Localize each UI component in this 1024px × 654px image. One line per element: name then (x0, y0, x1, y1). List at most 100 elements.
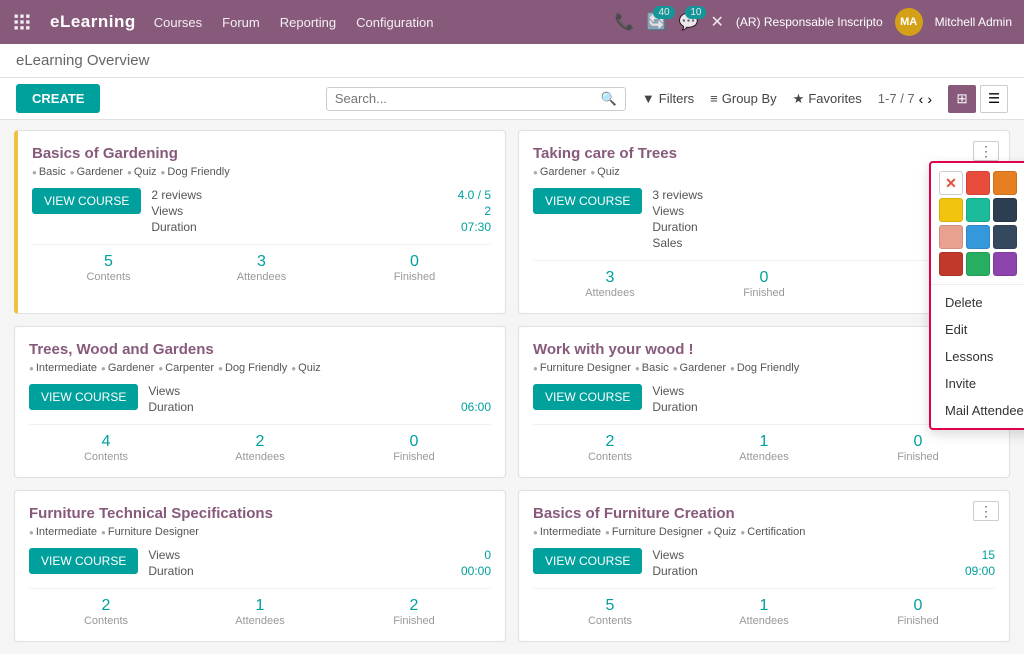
star-icon: ★ (793, 91, 805, 107)
card-footer-4: 2Contents 1Attendees 2Finished (29, 588, 491, 627)
search-bar: 🔍 ▼ Filters ≡ Group By ★ Favorites 1-7 /… (110, 85, 1008, 113)
color-purple[interactable] (993, 252, 1017, 276)
menu-reporting[interactable]: Reporting (280, 15, 336, 30)
chat-badge: 10 (685, 6, 706, 19)
create-button[interactable]: CREATE (16, 84, 100, 113)
color-red[interactable] (966, 171, 990, 195)
card-actions-2: VIEW COURSE Views Duration06:00 (29, 384, 491, 414)
card-footer-2: 4Contents 2Attendees 0Finished (29, 424, 491, 463)
groupby-button[interactable]: ≡ Group By (710, 91, 777, 106)
menu-forum[interactable]: Forum (222, 15, 260, 30)
footer-attendees-5: 1Attendees (687, 597, 841, 627)
card-tags-1: Gardener Quiz (533, 166, 995, 178)
card-title-0[interactable]: Basics of Gardening (32, 145, 491, 162)
activity-icon[interactable]: 🔄 40 (647, 12, 667, 32)
filter-icon: ▼ (642, 91, 655, 106)
menu-item-delete[interactable]: Delete (931, 289, 1024, 316)
duration-label-0: Duration (151, 220, 196, 234)
color-picker: ✕ (931, 163, 1024, 285)
menu-configuration[interactable]: Configuration (356, 15, 433, 30)
card-menu-button-1[interactable]: ⋮ (973, 141, 999, 161)
groupby-icon: ≡ (710, 91, 718, 106)
list-view-button[interactable]: ☰ (980, 85, 1008, 113)
chat-icon[interactable]: 💬 10 (679, 12, 699, 32)
card-menu-button-5[interactable]: ⋮ (973, 501, 999, 521)
tag-gardener-1: Gardener (533, 166, 586, 178)
card-actions-3: VIEW COURSE Views20 Duration15:00 (533, 384, 995, 414)
menu-courses[interactable]: Courses (154, 15, 202, 30)
settings-icon[interactable]: ✕ (710, 12, 723, 32)
card-footer-5: 5Contents 1Attendees 0Finished (533, 588, 995, 627)
card-title-5[interactable]: Basics of Furniture Creation (533, 505, 995, 522)
color-none[interactable]: ✕ (939, 171, 963, 195)
app-logo: eLearning (50, 12, 136, 32)
card-title-1[interactable]: Taking care of Trees (533, 145, 995, 162)
apps-menu-icon[interactable] (12, 12, 32, 32)
view-course-button-3[interactable]: VIEW COURSE (533, 384, 642, 410)
course-card-5: ⋮ Basics of Furniture Creation Intermedi… (518, 490, 1010, 642)
card-tags-3: Furniture Designer Basic Gardener Dog Fr… (533, 362, 995, 374)
footer-finished-4: 2Finished (337, 597, 491, 627)
card-title-2[interactable]: Trees, Wood and Gardens (29, 341, 491, 358)
filters-button[interactable]: ▼ Filters (642, 91, 694, 106)
color-crimson[interactable] (939, 252, 963, 276)
footer-attendees-3: 1Attendees (687, 433, 841, 463)
cards-grid: Basics of Gardening Basic Gardener Quiz … (14, 130, 1010, 642)
menu-item-mail[interactable]: Mail Attendees (931, 397, 1024, 424)
top-menu: Courses Forum Reporting Configuration (154, 15, 597, 30)
footer-attendees-2: 2Attendees (183, 433, 337, 463)
color-dark1[interactable] (993, 198, 1017, 222)
views-label-0: Views (151, 204, 183, 218)
view-course-button-0[interactable]: VIEW COURSE (32, 188, 141, 214)
kanban-view-button[interactable]: ⊞ (948, 85, 976, 113)
pagination: 1-7 / 7 ‹ › (878, 91, 932, 107)
tag-dogfriendly: Dog Friendly (161, 166, 230, 178)
course-card-4: Furniture Technical Specifications Inter… (14, 490, 506, 642)
color-dark2[interactable] (993, 225, 1017, 249)
card-tags-5: Intermediate Furniture Designer Quiz Cer… (533, 526, 995, 538)
card-actions-0: VIEW COURSE 2 reviews4.0 / 5 Views2 Dura… (32, 188, 491, 234)
favorites-button[interactable]: ★ Favorites (793, 91, 862, 107)
footer-attendees-1: 3Attendees (533, 269, 687, 299)
color-green[interactable] (966, 252, 990, 276)
footer-finished-3: 0Finished (841, 433, 995, 463)
context-menu-items: Delete Edit Lessons Invite Mail Attendee… (931, 285, 1024, 428)
card-footer-3: 2Contents 1Attendees 0Finished (533, 424, 995, 463)
footer-finished-0: 0Finished (338, 253, 491, 283)
menu-item-invite[interactable]: Invite (931, 370, 1024, 397)
tag-gardener: Gardener (70, 166, 123, 178)
footer-finished-5: 0Finished (841, 597, 995, 627)
view-course-button-4[interactable]: VIEW COURSE (29, 548, 138, 574)
rating-0: 4.0 / 5 (458, 188, 491, 202)
menu-item-lessons[interactable]: Lessons (931, 343, 1024, 370)
card-stats-5: Views15 Duration09:00 (652, 548, 995, 578)
card-stats-0: 2 reviews4.0 / 5 Views2 Duration07:30 (151, 188, 491, 234)
avatar[interactable]: MA (895, 8, 923, 36)
reviews-label-0: 2 reviews (151, 188, 202, 202)
footer-attendees-4: 1Attendees (183, 597, 337, 627)
footer-finished-1: 0Finished (687, 269, 841, 299)
menu-item-edit[interactable]: Edit (931, 316, 1024, 343)
color-salmon[interactable] (939, 225, 963, 249)
next-page-button[interactable]: › (927, 91, 932, 107)
color-blue[interactable] (966, 225, 990, 249)
view-course-button-1[interactable]: VIEW COURSE (533, 188, 642, 214)
card-title-3[interactable]: Work with your wood ! (533, 341, 995, 358)
card-footer-1: 3Attendees 0Finished (533, 260, 995, 299)
view-course-button-5[interactable]: VIEW COURSE (533, 548, 642, 574)
course-card-2: Trees, Wood and Gardens Intermediate Gar… (14, 326, 506, 478)
phone-icon[interactable]: 📞 (615, 12, 635, 32)
color-orange[interactable] (993, 171, 1017, 195)
prev-page-button[interactable]: ‹ (919, 91, 924, 107)
breadcrumb: eLearning Overview (0, 44, 1024, 78)
course-card-0: Basics of Gardening Basic Gardener Quiz … (14, 130, 506, 314)
card-title-4[interactable]: Furniture Technical Specifications (29, 505, 491, 522)
card-actions-5: VIEW COURSE Views15 Duration09:00 (533, 548, 995, 578)
view-course-button-2[interactable]: VIEW COURSE (29, 384, 138, 410)
search-input[interactable] (335, 91, 601, 106)
tag-quiz-1: Quiz (590, 166, 619, 178)
color-yellow[interactable] (939, 198, 963, 222)
context-menu: ✕ Delet (929, 161, 1024, 430)
color-teal[interactable] (966, 198, 990, 222)
search-input-wrap[interactable]: 🔍 (326, 87, 626, 111)
